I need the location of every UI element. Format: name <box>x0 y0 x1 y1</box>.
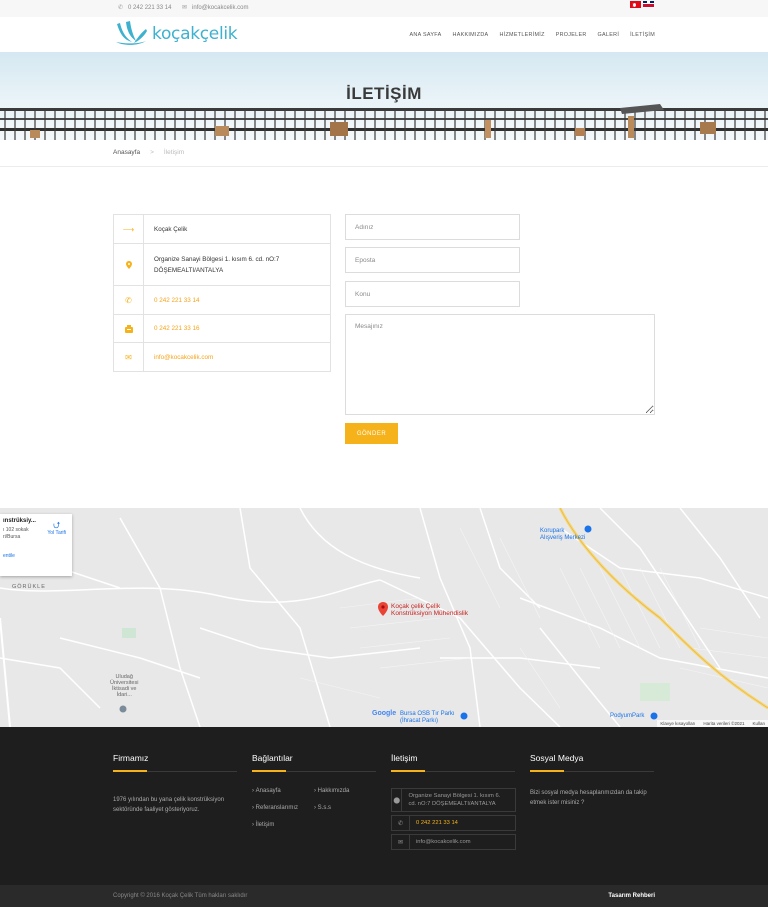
contact-email[interactable]: info@kocakcelik.com <box>144 343 223 371</box>
send-button[interactable]: GÖNDER <box>345 423 398 444</box>
main-nav: ANA SAYFA HAKKIMIZDA HİZMETLERİMİZ PROJE… <box>410 32 655 38</box>
nav-about[interactable]: HAKKIMIZDA <box>453 32 489 38</box>
contact-fax: 0 242 221 33 16 <box>154 325 200 332</box>
top-bar: ✆ 0 242 221 33 14 ✉ info@kocakcelik.com <box>0 0 768 17</box>
logo[interactable]: koçakçelik <box>114 20 238 47</box>
directions-icon: ⮍ <box>53 520 61 530</box>
map-area-label: GÖRÜKLE <box>12 584 46 590</box>
footer-heading: İletişim <box>391 753 418 763</box>
copyright-bar: Copyright © 2016 Koçak Çelik Tüm hakları… <box>0 885 768 907</box>
breadcrumb: Anasayfa > İletişim <box>113 149 184 156</box>
footer-link[interactable]: › Hakkımızda <box>314 788 376 794</box>
page-banner: İLETİŞİM <box>0 52 768 140</box>
footer-company-text: 1976 yılından bu yana çelik konstrüksiyo… <box>113 797 225 813</box>
footer-col-links: Bağlantılar › Anasayfa › Hakkımızda › Re… <box>252 753 376 828</box>
phone-icon: ✆ <box>392 816 410 830</box>
divider <box>0 166 768 167</box>
footer-heading-underline <box>252 770 376 772</box>
footer-email[interactable]: ✉ info@kocakcelik.com <box>391 834 516 850</box>
fax-icon <box>114 315 144 342</box>
footer-col-social: Sosyal Medya Bizi sosyal medya hesapları… <box>530 753 658 808</box>
map-attribution: Klavye kısayolları Harita verileri ©2021… <box>657 720 768 727</box>
arrow-right-icon: ⟶ <box>114 215 144 243</box>
envelope-icon: ✉ <box>114 343 144 371</box>
nav-services[interactable]: HİZMETLERİMİZ <box>499 32 544 38</box>
footer-heading-underline <box>391 770 515 772</box>
footer-link[interactable]: › Anasayfa <box>252 788 314 794</box>
google-map[interactable]: ınstrüksiy... ı 102 sokak ri/Bursa entil… <box>0 508 768 727</box>
contact-company-row: ⟶ Koçak Çelik <box>114 215 330 244</box>
phone-icon: ✆ <box>118 5 124 11</box>
envelope-icon: ✉ <box>182 5 188 11</box>
nav-gallery[interactable]: GALERİ <box>598 32 620 38</box>
topbar-phone[interactable]: ✆ 0 242 221 33 14 <box>118 4 171 12</box>
footer-col-company: Firmamız 1976 yılından bu yana çelik kon… <box>113 753 237 815</box>
map-poi-korupark[interactable]: Korupark Alışveriş Merkezi <box>540 528 585 542</box>
footer-heading-underline <box>530 770 654 772</box>
nav-contact[interactable]: İLETİŞİM <box>630 32 655 38</box>
map-poi-osb[interactable]: Bursa OSB Tır Parkı (İhracat Parkı) <box>400 711 455 725</box>
logo-mark-icon <box>116 21 147 45</box>
contact-fax-row: 0 242 221 33 16 <box>114 315 330 343</box>
footer-heading: Firmamız <box>113 753 149 763</box>
breadcrumb-home[interactable]: Anasayfa <box>113 149 140 156</box>
footer-heading: Bağlantılar <box>252 753 293 763</box>
subject-input[interactable] <box>345 281 520 307</box>
contact-company: Koçak Çelik <box>154 225 188 233</box>
contact-address: Organize Sanayi Bölgesi 1. kısım 6. cd. … <box>154 255 280 274</box>
directions-button[interactable]: ⮍ Yol Tarifi <box>47 520 66 536</box>
contact-address-row: Organize Sanayi Bölgesi 1. kısım 6. cd. … <box>114 244 330 286</box>
footer-link[interactable]: › İletişim <box>252 822 314 828</box>
site-footer: Firmamız 1976 yılından bu yana çelik kon… <box>0 727 768 885</box>
breadcrumb-current: İletişim <box>163 149 185 156</box>
map-info-card: ınstrüksiy... ı 102 sokak ri/Bursa entil… <box>0 514 72 576</box>
map-poi-podyumpark[interactable]: PodyumPark <box>610 713 644 720</box>
designer-credit[interactable]: Tasarım Rehberi <box>608 893 655 899</box>
map-pin-label[interactable]: Koçak çelik Çelik Konstrüksiyon Mühendis… <box>391 603 468 617</box>
nav-projects[interactable]: PROJELER <box>556 32 587 38</box>
footer-link[interactable]: › S.s.s <box>314 805 376 811</box>
footer-col-contact: İletişim ⬤ Organize Sanayi Bölgesi 1. kı… <box>391 753 516 850</box>
contact-phone-row: ✆ 0 242 221 33 14 <box>114 286 330 315</box>
footer-heading: Sosyal Medya <box>530 753 584 763</box>
copyright-text: Copyright © 2016 Koçak Çelik Tüm hakları… <box>113 893 248 899</box>
contact-info-box: ⟶ Koçak Çelik Organize Sanayi Bölgesi 1.… <box>113 214 331 372</box>
map-marker-icon <box>114 244 144 285</box>
breadcrumb-separator: > <box>150 149 154 156</box>
map-marker-icon: ⬤ <box>392 789 403 811</box>
footer-phone[interactable]: ✆ 0 242 221 33 14 <box>391 815 516 831</box>
topbar-email[interactable]: ✉ info@kocakcelik.com <box>182 4 248 12</box>
flag-en-icon[interactable] <box>643 1 654 8</box>
email-input[interactable] <box>345 247 520 273</box>
phone-icon: ✆ <box>114 286 144 314</box>
footer-social-text: Bizi sosyal medya hesaplarımızdan da tak… <box>530 790 647 806</box>
flag-tr-icon[interactable] <box>630 1 641 8</box>
contact-phone[interactable]: 0 242 221 33 14 <box>144 286 210 314</box>
footer-links: › Anasayfa › Hakkımızda › Referanslarımı… <box>252 788 376 828</box>
map-university-label: Uludağ Üniversitesi İktisadi ve İdari... <box>110 674 139 698</box>
site-header: koçakçelik ANA SAYFA HAKKIMIZDA HİZMETLE… <box>0 17 768 52</box>
contact-email-row: ✉ info@kocakcelik.com <box>114 343 330 371</box>
logo-text: koçakçelik <box>152 23 238 44</box>
envelope-icon: ✉ <box>392 835 410 849</box>
google-logo: Google <box>372 710 397 717</box>
name-input[interactable] <box>345 214 520 240</box>
rebar-image <box>0 104 768 140</box>
footer-link[interactable]: › Referanslarımız <box>252 805 314 811</box>
footer-heading-underline <box>113 770 237 772</box>
map-card-link[interactable]: entile <box>3 553 69 559</box>
nav-home[interactable]: ANA SAYFA <box>410 32 442 38</box>
message-textarea[interactable] <box>345 314 655 415</box>
footer-address: ⬤ Organize Sanayi Bölgesi 1. kısım 6. cd… <box>391 788 516 812</box>
